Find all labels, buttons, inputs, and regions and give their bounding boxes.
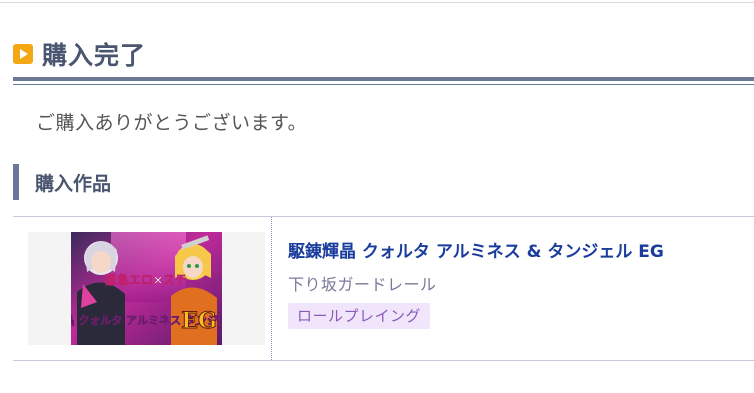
thumbnail-banner: 緊急エロ×ステ xyxy=(105,272,187,287)
product-maker-link[interactable]: 下り坂ガードレール xyxy=(288,271,437,295)
section-heading: 購入作品 xyxy=(13,164,111,200)
section-title: 購入作品 xyxy=(35,172,112,195)
purchase-complete-page: 購入完了 ご購入ありがとうございます。 購入作品 緊急エロ×ステ クォルタ アル… xyxy=(0,0,754,393)
thumbnail-art: 緊急エロ×ステ 駆錬輝晶 クォルタ アルミネス タンジェル EG EG xyxy=(71,232,222,345)
play-icon xyxy=(13,44,33,64)
top-divider xyxy=(0,2,754,3)
product-row: 緊急エロ×ステ 駆錬輝晶 クォルタ アルミネス タンジェル EG EG 駆錬輝晶… xyxy=(13,216,754,361)
product-thumbnail[interactable]: 緊急エロ×ステ 駆錬輝晶 クォルタ アルミネス タンジェル EG EG xyxy=(71,232,222,345)
product-info: 駆錬輝晶 クォルタ アルミネス & タンジェル EG 下り坂ガードレール ロール… xyxy=(288,217,754,360)
page-heading: 購入完了 xyxy=(13,36,754,72)
thanks-message: ご購入ありがとうございます。 xyxy=(36,112,308,134)
heading-rule-thin xyxy=(13,84,754,85)
section-bar xyxy=(13,164,19,200)
genre-badge[interactable]: ロールプレイング xyxy=(288,303,431,329)
heading-rule xyxy=(13,77,754,81)
page-title: 購入完了 xyxy=(42,41,147,70)
thumbnail-cell: 緊急エロ×ステ 駆錬輝晶 クォルタ アルミネス タンジェル EG EG xyxy=(13,217,272,360)
product-title-link[interactable]: 駆錬輝晶 クォルタ アルミネス & タンジェル EG xyxy=(288,237,664,262)
svg-text:EG: EG xyxy=(181,308,217,334)
